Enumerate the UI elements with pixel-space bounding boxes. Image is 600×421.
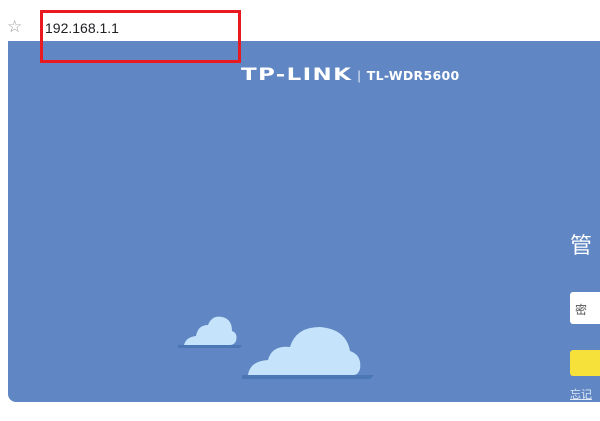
- brand-separator: |: [357, 68, 361, 83]
- router-login-page: TP-LINK | TL-WDR5600 管 密 忘记: [8, 41, 600, 402]
- tp-link-logo: TP-LINK: [241, 65, 353, 85]
- url-highlight-box: [40, 10, 241, 63]
- browser-screenshot: ☆ 192.168.1.1 TP-LINK | TL-WDR5600 管 密 忘记: [0, 0, 600, 421]
- brand-header: TP-LINK | TL-WDR5600: [241, 65, 459, 85]
- small-cloud-icon: [178, 316, 242, 348]
- large-cloud-icon: [242, 327, 374, 379]
- bookmark-star-icon[interactable]: ☆: [7, 18, 25, 36]
- login-button[interactable]: [570, 350, 600, 376]
- login-title: 管: [570, 234, 593, 259]
- forgot-password-link[interactable]: 忘记: [570, 386, 592, 402]
- password-input[interactable]: 密: [570, 292, 600, 324]
- router-model: TL-WDR5600: [366, 68, 460, 83]
